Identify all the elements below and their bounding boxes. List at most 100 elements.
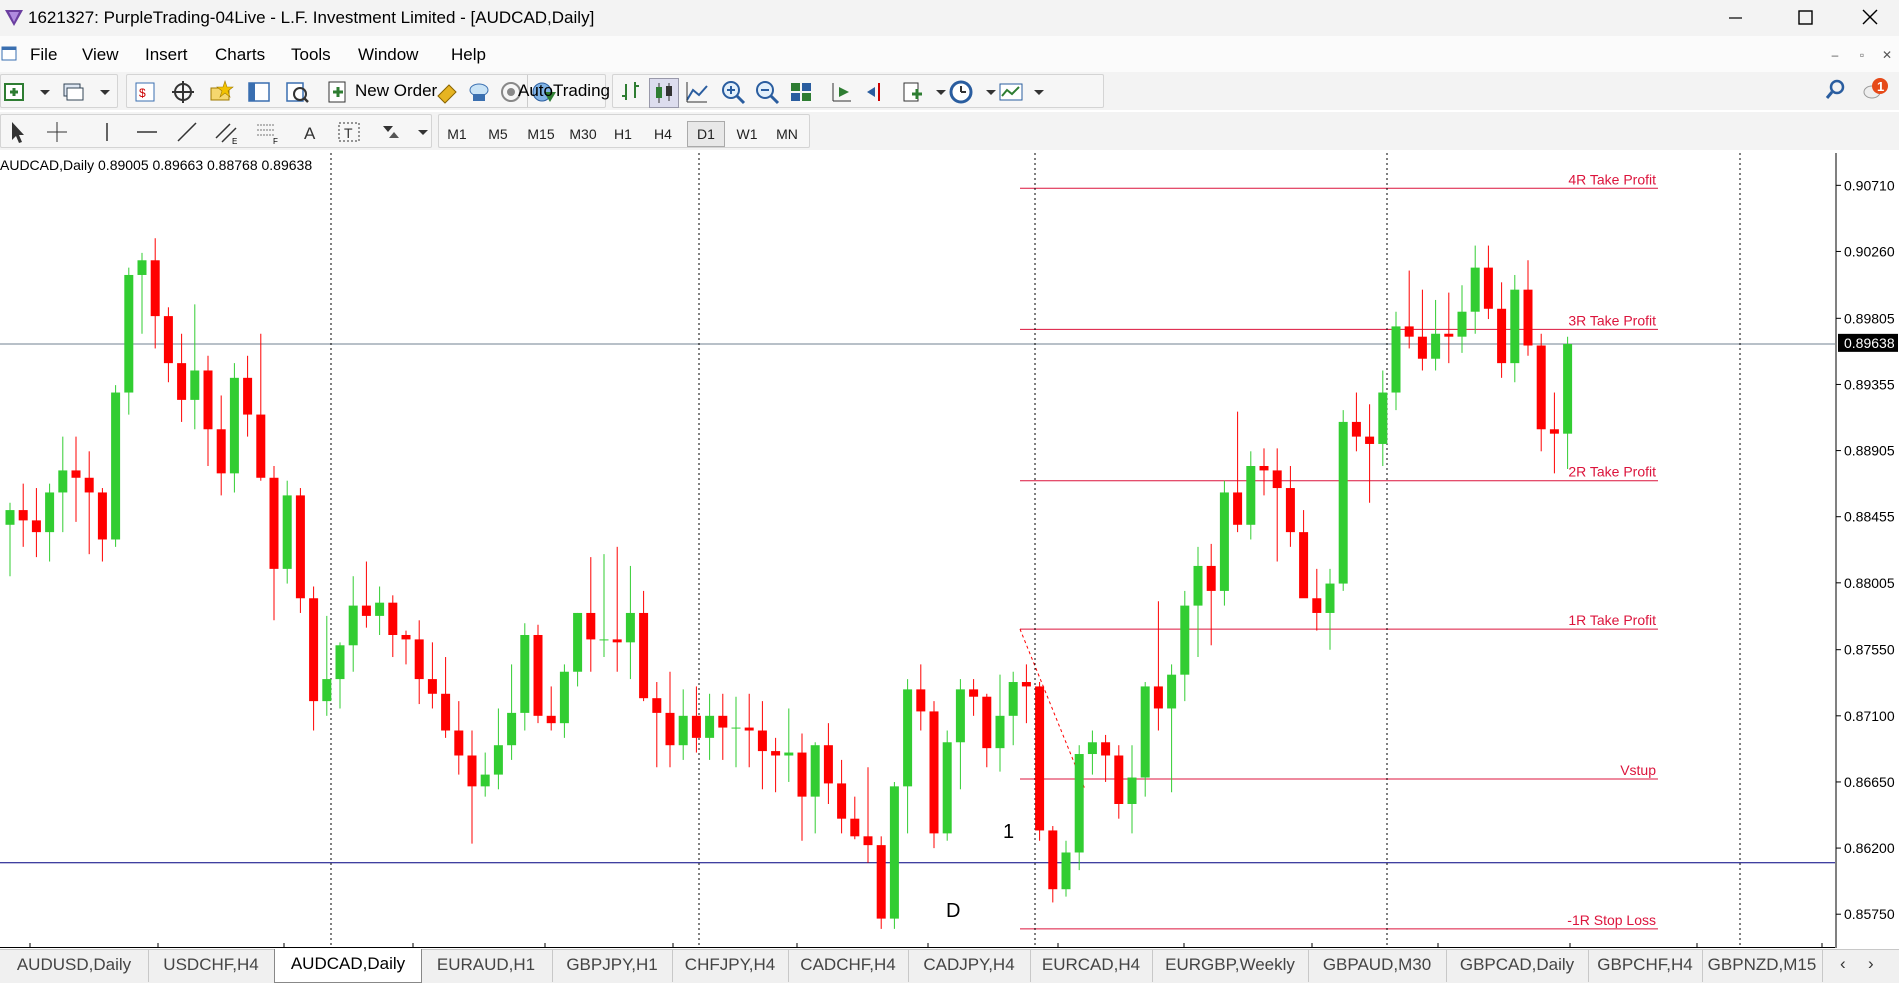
candle <box>982 693 992 768</box>
timeframe-d1[interactable]: D1 <box>687 121 725 147</box>
chart-tab[interactable]: EURCAD,H4 <box>1030 950 1153 982</box>
chevron-down-icon[interactable] <box>409 118 428 146</box>
crosshair-tool-icon[interactable] <box>43 118 71 146</box>
profiles-icon[interactable] <box>59 78 87 106</box>
chevron-down-icon[interactable] <box>927 78 946 106</box>
arrows-icon[interactable] <box>377 118 405 146</box>
indicators-icon[interactable] <box>899 78 927 106</box>
candle <box>810 742 820 834</box>
mdi-restore-button[interactable]: ▫ <box>1850 44 1874 68</box>
autotrading-label[interactable]: AutoTrading <box>518 81 610 101</box>
metaeditor-icon[interactable] <box>433 78 461 106</box>
tab-scroll-left-icon[interactable]: ‹ <box>1840 954 1846 974</box>
trendline-icon[interactable] <box>173 118 201 146</box>
bar-chart-icon[interactable] <box>617 78 645 106</box>
chart-tab[interactable]: AUDUSD,Daily <box>0 950 149 982</box>
timeframe-m15[interactable]: M15 <box>521 122 561 146</box>
tile-windows-icon[interactable] <box>787 78 815 106</box>
menu-tools[interactable]: Tools <box>291 45 331 65</box>
menu-window[interactable]: Window <box>358 45 418 65</box>
chevron-down-icon[interactable] <box>1025 78 1044 106</box>
tab-scroll-right-icon[interactable]: › <box>1868 954 1874 974</box>
timeframe-h1[interactable]: H1 <box>605 122 641 146</box>
periods-icon[interactable] <box>947 78 975 106</box>
chevron-down-icon[interactable] <box>91 78 110 106</box>
svg-text:A: A <box>304 124 316 143</box>
chart-tab[interactable]: GBPNZD,M15 <box>1702 950 1823 982</box>
candle-body <box>229 377 239 474</box>
candle-body <box>1061 852 1071 890</box>
timeframe-m5[interactable]: M5 <box>480 122 516 146</box>
timeframe-w1[interactable]: W1 <box>729 122 765 146</box>
text-icon[interactable]: A <box>297 118 325 146</box>
vertical-line-icon[interactable] <box>93 118 121 146</box>
candle <box>414 620 424 705</box>
chart-tab[interactable]: AUDCAD,Daily <box>274 949 422 983</box>
annotation-d: D <box>946 900 960 922</box>
menu-file[interactable]: File <box>30 45 57 65</box>
horizontal-line-icon[interactable] <box>133 118 161 146</box>
menu-insert[interactable]: Insert <box>145 45 188 65</box>
text-label-icon[interactable]: T <box>335 118 363 146</box>
terminal-icon[interactable] <box>245 78 273 106</box>
maximize-button[interactable] <box>1775 0 1835 36</box>
new-order-button[interactable]: New Order <box>355 81 437 101</box>
mdi-minimize-button[interactable]: – <box>1823 44 1847 68</box>
candle-body <box>718 715 728 728</box>
chevron-down-icon[interactable] <box>31 78 50 106</box>
chart-tab[interactable]: USDCHF,H4 <box>148 950 275 982</box>
level-label: Vstup <box>1620 762 1656 778</box>
chart-tab[interactable]: EURAUD,H1 <box>420 950 553 982</box>
candle <box>1087 730 1097 775</box>
chart-window[interactable]: 4R Take Profit 3R Take Profit 2R Take Prof… <box>0 153 1899 948</box>
timeframe-m30[interactable]: M30 <box>563 122 603 146</box>
price-tick-label: 0.88905 <box>1844 443 1895 459</box>
search-icon[interactable] <box>1822 76 1850 104</box>
minimize-button[interactable] <box>1705 0 1765 36</box>
notifications-icon[interactable] <box>1862 76 1890 104</box>
auto-scroll-icon[interactable] <box>827 78 855 106</box>
timeframe-h4[interactable]: H4 <box>645 122 681 146</box>
strategy-tester-icon[interactable] <box>283 78 311 106</box>
chart-tab[interactable]: CADCHF,H4 <box>788 950 909 982</box>
chart-window-icon[interactable] <box>0 44 20 64</box>
chart-tab[interactable]: CADJPY,H4 <box>908 950 1031 982</box>
timeframe-m1[interactable]: M1 <box>439 122 475 146</box>
candle <box>916 664 926 731</box>
chart-tab[interactable]: GBPCHF,H4 <box>1588 950 1703 982</box>
equidistant-channel-icon[interactable]: E <box>213 118 241 146</box>
zoom-out-icon[interactable] <box>753 78 781 106</box>
chart-tab[interactable]: GBPAUD,M30 <box>1308 950 1447 982</box>
chart-tab[interactable]: GBPCAD,Daily <box>1446 950 1589 982</box>
navigator-icon[interactable] <box>207 78 235 106</box>
menu-view[interactable]: View <box>82 45 119 65</box>
timeframe-mn[interactable]: MN <box>769 122 805 146</box>
chart-shift-icon[interactable] <box>861 78 889 106</box>
crosshair-icon[interactable] <box>169 78 197 106</box>
candle-body <box>1127 777 1137 804</box>
chart-tab[interactable]: CHFJPY,H4 <box>672 950 789 982</box>
close-button[interactable] <box>1840 0 1899 36</box>
chart-tab[interactable]: EURGBP,Weekly <box>1152 950 1309 982</box>
market-watch-icon[interactable]: $ <box>131 78 159 106</box>
menu-help[interactable]: Help <box>451 45 486 65</box>
candle <box>5 502 15 577</box>
cursor-icon[interactable] <box>3 118 31 146</box>
templates-icon[interactable] <box>997 78 1025 106</box>
new-chart-icon[interactable] <box>1 78 29 106</box>
chart-tab[interactable]: GBPJPY,H1 <box>552 950 673 982</box>
candle <box>493 708 503 790</box>
mdi-close-button[interactable]: ✕ <box>1875 44 1899 68</box>
zoom-in-icon[interactable] <box>719 78 747 106</box>
chevron-down-icon[interactable] <box>977 78 996 106</box>
candle <box>243 355 253 437</box>
menu-charts[interactable]: Charts <box>215 45 265 65</box>
line-chart-icon[interactable] <box>683 78 711 106</box>
market-icon[interactable] <box>465 78 493 106</box>
price-chart[interactable]: 4R Take Profit 3R Take Profit 2R Take Prof… <box>0 153 1899 948</box>
candle <box>1299 510 1309 599</box>
candlestick-chart-icon[interactable] <box>649 78 679 108</box>
new-order-icon[interactable] <box>323 78 351 106</box>
candle-body <box>1417 336 1427 359</box>
fibonacci-icon[interactable]: F <box>253 118 281 146</box>
